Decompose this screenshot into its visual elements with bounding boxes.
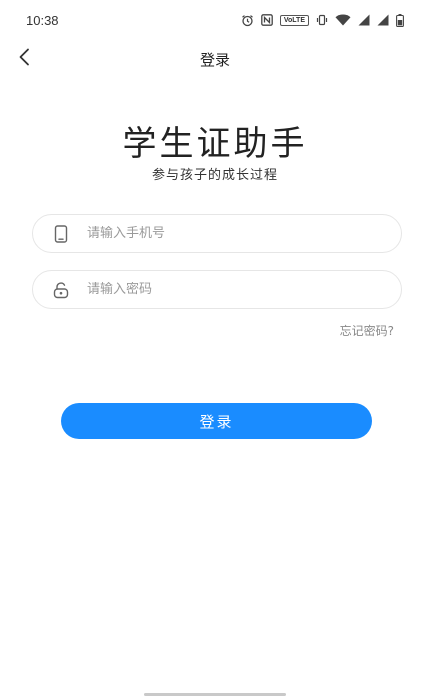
password-field[interactable] [32,270,402,309]
nfc-icon [261,14,273,26]
app-title: 学生证助手 [122,124,308,164]
login-screen: 10:38 VoLTE 登录 学生证助手 参与孩子的成长过程 请输入手机号 忘记… [0,0,430,700]
signal-icon [358,14,370,26]
nav-bar: 登录 [0,40,430,78]
volte-icon: VoLTE [279,14,309,26]
lock-icon [51,280,71,300]
phone-input[interactable] [87,226,377,241]
nav-title: 登录 [199,51,230,69]
app-subtitle: 参与孩子的成长过程 [151,168,278,183]
status-icons: VoLTE [241,13,404,27]
battery-icon [396,13,404,27]
forgot-password-link[interactable]: 忘记密码? [340,322,394,339]
status-time: 10:38 [26,12,59,28]
signal-icon [377,14,389,26]
home-indicator[interactable] [144,693,286,696]
phone-field[interactable] [32,214,402,253]
vibrate-icon [316,14,328,26]
alarm-icon [241,14,254,27]
phone-icon [51,224,71,244]
wifi-icon [335,14,351,26]
password-input[interactable] [87,282,377,297]
login-button[interactable]: 登录 [61,403,372,439]
status-bar: 10:38 VoLTE [0,0,430,40]
